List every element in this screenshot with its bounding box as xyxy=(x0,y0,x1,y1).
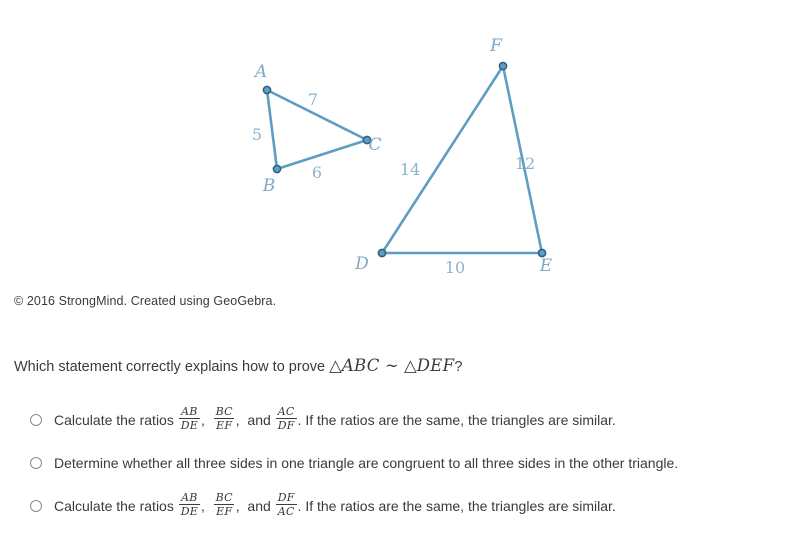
fraction-numerator: AC xyxy=(277,405,295,419)
fraction-numerator: BC xyxy=(215,491,233,505)
option-text-segment: , xyxy=(200,498,213,514)
side-AB xyxy=(265,88,279,171)
ratio-fraction-BC-over-EF: BC EF xyxy=(214,406,235,432)
similar-triangles-diagram: 5 7 6 A B C 14 12 10 F D E xyxy=(252,36,553,277)
side-length-DE: 10 xyxy=(445,258,465,277)
side-length-FE: 12 xyxy=(515,154,535,173)
vertex-label-A: A xyxy=(253,62,267,82)
side-length-AB: 5 xyxy=(252,125,262,144)
answer-option-a[interactable]: Calculate the ratios AB DE, BC EF, and AC D… xyxy=(30,405,790,448)
ratio-fraction-DF-over-AC: DF AC xyxy=(275,491,297,518)
triangle-symbol-2: △ xyxy=(404,356,417,375)
question-lead-text: Which statement correctly explains how t… xyxy=(14,359,330,375)
geometry-figure-container: 5 7 6 A B C 14 12 10 F D E xyxy=(0,0,800,285)
fraction-denominator: EF xyxy=(214,504,235,518)
option-text-segment: , xyxy=(200,412,213,428)
triangle-def: 14 12 10 F D E xyxy=(354,36,553,277)
side-length-DF: 14 xyxy=(400,160,420,179)
question-prompt: Which statement correctly explains how t… xyxy=(14,356,462,375)
answer-option-c[interactable]: Calculate the ratios AB DE, BC EF, and DF A… xyxy=(30,491,790,534)
fraction-numerator: AB xyxy=(181,405,198,419)
side-length-AC: 7 xyxy=(308,90,318,109)
answer-option-text: Calculate the ratios AB DE, BC EF, and AC D… xyxy=(54,405,616,435)
vertex-label-F: F xyxy=(489,36,503,56)
vertex-point-A xyxy=(262,85,272,95)
side-length-BC: 6 xyxy=(312,163,322,182)
triangle-abc: 5 7 6 A B C xyxy=(252,62,382,196)
answer-option-b[interactable]: Determine whether all three sides in one… xyxy=(30,448,790,491)
ratio-fraction-AC-over-DF: AC DF xyxy=(275,405,297,432)
answer-options-list: Calculate the ratios AB DE, BC EF, and AC D… xyxy=(30,405,790,534)
fraction-denominator: DE xyxy=(178,504,200,518)
radio-button-a[interactable] xyxy=(30,414,42,426)
answer-option-text: Determine whether all three sides in one… xyxy=(54,448,678,478)
vertex-label-E: E xyxy=(539,256,553,276)
question-trailing-text: ? xyxy=(454,359,463,375)
option-text-segment: , and xyxy=(235,498,275,514)
radio-button-b[interactable] xyxy=(30,457,42,469)
fraction-numerator: BC xyxy=(215,405,233,419)
triangle-abc-label: ABC xyxy=(341,356,380,375)
similarity-symbol: ∼ xyxy=(379,356,405,375)
option-text-segment: Determine whether all three sides in one… xyxy=(54,455,679,471)
vertex-point-B xyxy=(272,164,282,174)
fraction-denominator: DE xyxy=(178,418,200,432)
vertex-label-D: D xyxy=(354,254,369,274)
fraction-numerator: AB xyxy=(181,491,198,505)
triangle-symbol-1: △ xyxy=(329,356,342,375)
vertex-point-F xyxy=(498,61,508,71)
option-text-segment: , and xyxy=(235,412,275,428)
figure-attribution: © 2016 StrongMind. Created using GeoGebr… xyxy=(14,294,277,308)
vertex-point-D xyxy=(377,248,387,258)
answer-option-text: Calculate the ratios AB DE, BC EF, and DF A… xyxy=(54,491,616,521)
option-text-segment: . If the ratios are the same, the triang… xyxy=(297,498,616,514)
vertex-label-C: C xyxy=(368,135,381,155)
fraction-denominator: DF xyxy=(275,418,297,432)
radio-button-c[interactable] xyxy=(30,500,42,512)
ratio-fraction-AB-over-DE: AB DE xyxy=(178,405,200,432)
ratio-fraction-BC-over-EF: BC EF xyxy=(214,492,235,518)
fraction-denominator: AC xyxy=(275,504,297,518)
triangle-def-label: DEF xyxy=(416,356,455,375)
option-text-segment: . If the ratios are the same, the triang… xyxy=(297,412,616,428)
ratio-fraction-AB-over-DE: AB DE xyxy=(178,491,200,518)
option-text-segment: Calculate the ratios xyxy=(54,498,178,514)
vertex-label-B: B xyxy=(262,176,276,196)
option-text-segment: Calculate the ratios xyxy=(54,412,178,428)
fraction-numerator: DF xyxy=(277,491,295,505)
fraction-denominator: EF xyxy=(214,418,235,432)
